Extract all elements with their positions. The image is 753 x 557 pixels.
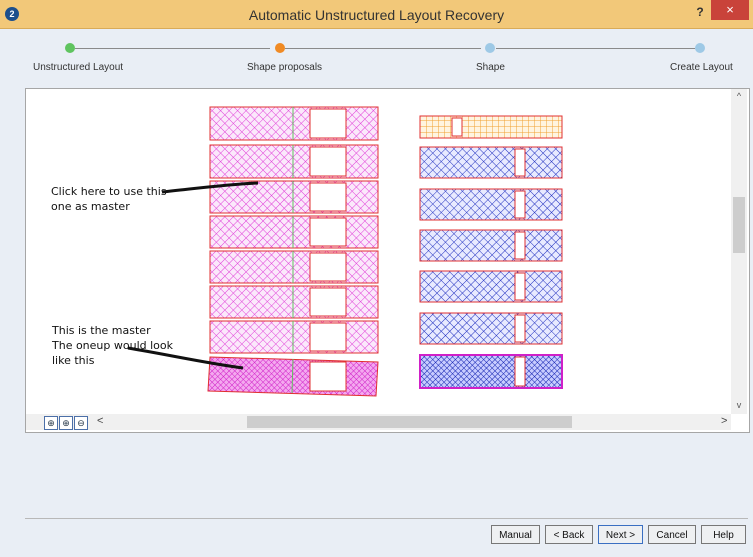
annotation-master-hint: Click here to use this one as master [51,184,167,214]
right-shape-5[interactable] [419,270,563,303]
annotation-line: like this [52,354,95,367]
right-shape-2[interactable] [419,146,563,179]
horizontal-scroll-thumb[interactable] [247,416,572,428]
right-shape-7[interactable] [419,354,563,389]
annotation-line: The oneup would look [52,339,173,352]
help-button[interactable]: Help [701,525,746,544]
annotation-master-label: This is the master The oneup would look … [52,323,173,368]
next-button[interactable]: Next > [598,525,643,544]
left-shape-4[interactable] [209,215,379,249]
left-shape-5[interactable] [209,250,379,284]
right-shape-4[interactable] [419,229,563,262]
zoom-out-icon[interactable]: ⊖ [74,416,88,430]
zoom-in-icon[interactable]: ⊕ [59,416,73,430]
vertical-scroll-thumb[interactable] [733,197,745,253]
left-shape-master[interactable] [207,356,379,397]
scroll-down-arrow[interactable]: v [733,400,745,410]
manual-button[interactable]: Manual [491,525,540,544]
annotation-line: one as master [51,200,130,213]
scroll-left-arrow[interactable]: < [97,415,103,427]
right-shape-1[interactable] [419,115,563,139]
zoom-fit-icon[interactable]: ⊕ [44,416,58,430]
footer-divider [25,518,748,519]
cancel-button[interactable]: Cancel [648,525,696,544]
right-shape-3[interactable] [419,188,563,221]
right-shape-6[interactable] [419,312,563,345]
scroll-up-arrow[interactable]: ^ [733,91,745,101]
annotation-line: This is the master [52,324,151,337]
left-shape-7[interactable] [209,320,379,354]
back-button[interactable]: < Back [545,525,593,544]
annotation-line: Click here to use this [51,185,167,198]
left-shape-2[interactable] [209,144,379,179]
shape-canvas [127,106,563,397]
left-shape-1[interactable] [209,106,379,141]
scroll-right-arrow[interactable]: > [721,415,727,427]
left-shape-6[interactable] [209,285,379,319]
